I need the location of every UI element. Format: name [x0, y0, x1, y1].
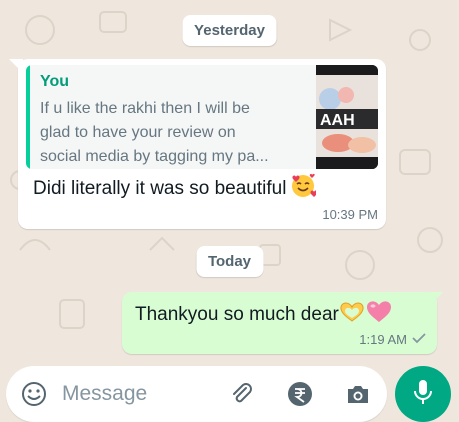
- message-text-content: Thankyou so much dear: [135, 304, 339, 326]
- message-text: Thankyou so much dear: [135, 300, 392, 330]
- quoted-text-line: If u like the rakhi then I will be: [40, 100, 250, 117]
- date-chip-yesterday: Yesterday: [182, 15, 277, 46]
- incoming-message-bubble[interactable]: You If u like the rakhi then I will be g…: [18, 59, 386, 229]
- message-input-placeholder[interactable]: Message: [62, 382, 147, 406]
- mic-icon: [411, 378, 435, 411]
- quoted-text-line: glad to have your review on: [40, 124, 236, 141]
- date-chip-today: Today: [195, 246, 264, 277]
- date-chip-label: Yesterday: [194, 22, 265, 39]
- heart-hands-icon: [339, 301, 365, 329]
- camera-icon[interactable]: [344, 380, 372, 408]
- quoted-author: You: [40, 73, 70, 90]
- date-chip-label: Today: [207, 253, 252, 270]
- message-time: 10:39 PM: [322, 207, 378, 222]
- quoted-text: If u like the rakhi then I will be glad …: [40, 97, 310, 169]
- attach-icon[interactable]: [228, 380, 256, 408]
- outgoing-message-bubble[interactable]: Thankyou so much dear 1:19 AM: [122, 292, 437, 354]
- quoted-message[interactable]: You If u like the rakhi then I will be g…: [26, 65, 378, 169]
- smiling-face-with-hearts-icon: [290, 173, 319, 205]
- message-text-content: Didi literally it was so beautiful: [33, 178, 287, 200]
- quoted-text-line: social media by tagging my pa...: [40, 148, 269, 165]
- svg-text:AAH: AAH: [320, 112, 355, 129]
- pink-heart-icon: [366, 300, 392, 330]
- emoji-icon[interactable]: [20, 380, 48, 408]
- rakhi-photo-thumbnail[interactable]: AAH: [316, 65, 378, 169]
- message-text: Didi literally it was so beautiful: [33, 173, 319, 205]
- single-check-icon: [411, 332, 427, 347]
- message-time: 1:19 AM: [359, 332, 407, 347]
- rupee-payment-icon[interactable]: [286, 380, 314, 408]
- quote-accent-bar: [26, 65, 30, 169]
- message-meta: 1:19 AM: [359, 332, 427, 347]
- mic-button[interactable]: [395, 366, 451, 422]
- message-composer[interactable]: Message: [6, 366, 387, 422]
